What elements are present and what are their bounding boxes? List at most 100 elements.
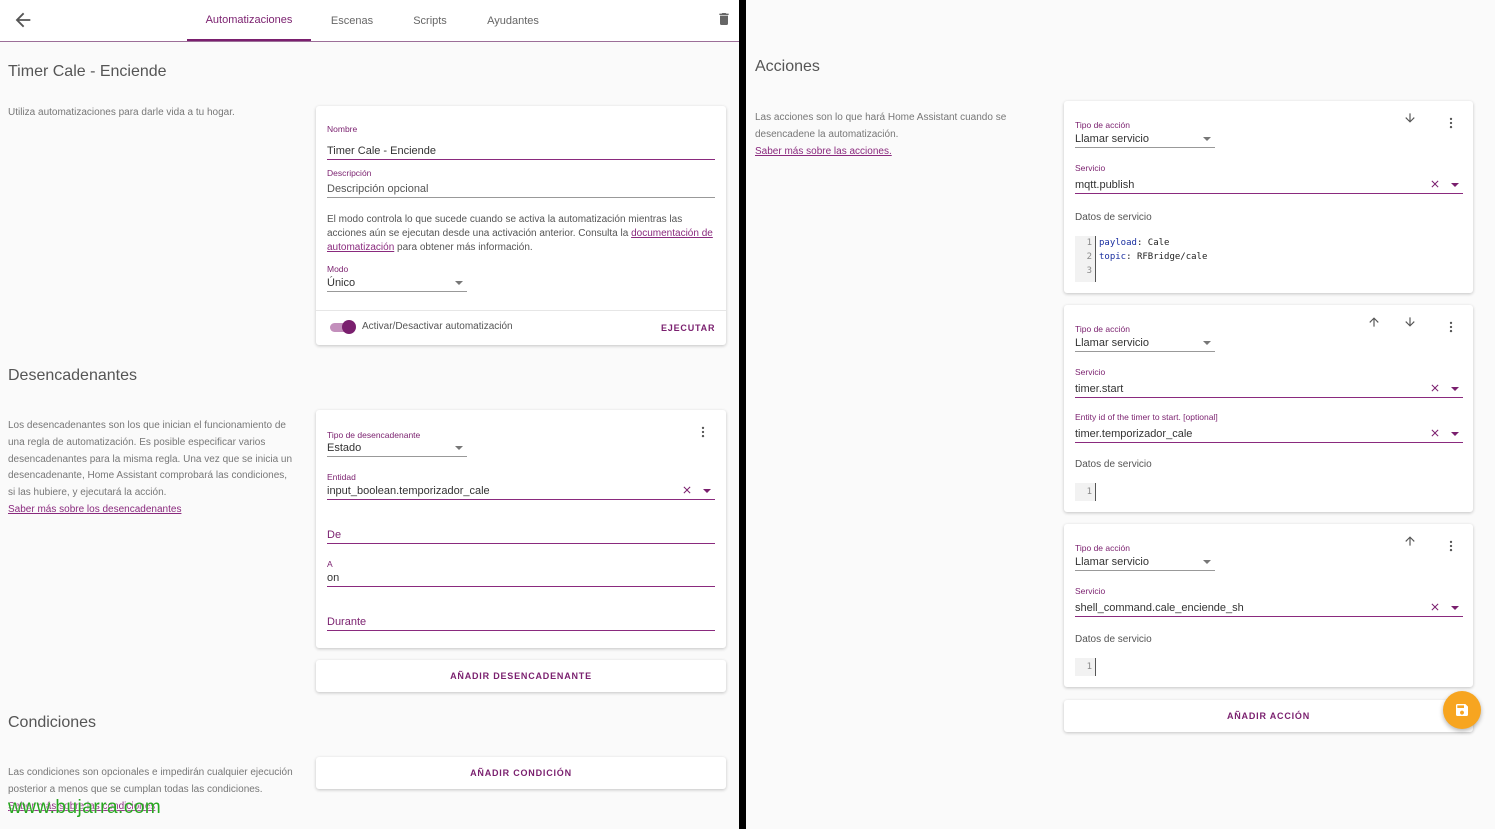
- run-button[interactable]: EJECUTAR: [661, 323, 715, 333]
- action-type-label: Tipo de acción: [1075, 324, 1130, 334]
- dropdown-icon[interactable]: [703, 489, 711, 493]
- dropdown-icon[interactable]: [1451, 606, 1459, 610]
- arrow-down-icon[interactable]: [1403, 111, 1417, 125]
- service-value: timer.start: [1075, 383, 1124, 395]
- mode-doc-link-1[interactable]: documentación de: [631, 228, 713, 239]
- conditions-title: Condiciones: [8, 714, 97, 731]
- clear-icon[interactable]: [1429, 601, 1441, 613]
- action-card-1: Tipo de acción Llamar servicio Servicio …: [1064, 101, 1473, 293]
- mode-value: Único: [327, 277, 356, 289]
- action-type-select[interactable]: Tipo de acción Llamar servicio: [1075, 120, 1215, 148]
- arrow-up-icon[interactable]: [1367, 315, 1381, 329]
- editor-cursor: [1095, 483, 1096, 501]
- clear-icon[interactable]: [1429, 427, 1441, 439]
- automation-details-card: Nombre Timer Cale - Enciende Descripción…: [316, 106, 726, 345]
- service-data-editor[interactable]: 1: [1075, 658, 1463, 676]
- line-number: 1: [1086, 487, 1092, 497]
- tab-automatizaciones[interactable]: Automatizaciones: [187, 0, 311, 41]
- watermark: www.bujarra.com: [8, 797, 162, 818]
- right-pane: Acciones Las acciones son lo que hará Ho…: [746, 0, 1495, 829]
- description-field[interactable]: Descripción Descripción opcional: [327, 168, 715, 198]
- code-key: topic: [1099, 252, 1127, 262]
- line-gutter: 1: [1075, 658, 1095, 676]
- action-type-value: Llamar servicio: [1075, 133, 1149, 145]
- arrow-down-icon[interactable]: [1403, 315, 1417, 329]
- to-value: on: [327, 572, 340, 584]
- service-data-editor[interactable]: 1 2 3 payload: Cale topic: RFBridge/cale: [1075, 236, 1463, 282]
- code-line: payload: Cale: [1099, 236, 1169, 250]
- back-arrow-icon[interactable]: [12, 9, 34, 31]
- action-type-select[interactable]: Tipo de acción Llamar servicio: [1075, 543, 1215, 571]
- to-field[interactable]: A on: [327, 559, 715, 587]
- trash-icon[interactable]: [716, 10, 732, 28]
- kebab-menu-icon[interactable]: [1444, 538, 1458, 554]
- code-value: Cale: [1147, 238, 1170, 248]
- action-card-3: Tipo de acción Llamar servicio Servicio …: [1064, 524, 1473, 687]
- service-field[interactable]: Servicio shell_command.cale_enciende_sh: [1075, 586, 1463, 617]
- service-field[interactable]: Servicio mqtt.publish: [1075, 163, 1463, 194]
- from-field[interactable]: De: [327, 520, 715, 544]
- mode-label: Modo: [327, 264, 349, 274]
- code-key: payload: [1099, 238, 1137, 248]
- tab-escenas[interactable]: Escenas: [318, 0, 386, 41]
- mode-doc-link-2[interactable]: automatización: [327, 242, 394, 253]
- toggle-label: Activar/Desactivar automatización: [362, 321, 513, 332]
- save-icon: [1456, 704, 1468, 716]
- triggers-learn-more-link[interactable]: Saber más sobre los desencadenantes: [8, 502, 308, 519]
- tab-scripts[interactable]: Scripts: [400, 0, 460, 41]
- service-data-label: Datos de servicio: [1075, 459, 1152, 470]
- kebab-menu-icon[interactable]: [696, 424, 710, 440]
- trigger-type-value: Estado: [327, 442, 362, 454]
- for-field[interactable]: Durante: [327, 607, 715, 631]
- service-value: mqtt.publish: [1075, 179, 1135, 191]
- tab-ayudantes[interactable]: Ayudantes: [476, 0, 550, 41]
- action-type-select[interactable]: Tipo de acción Llamar servicio: [1075, 324, 1215, 352]
- service-data-editor[interactable]: 1: [1075, 483, 1463, 501]
- card-divider: [316, 310, 726, 311]
- mode-select[interactable]: Modo Único: [327, 264, 467, 292]
- actions-description: Las acciones son lo que hará Home Assist…: [755, 110, 1045, 160]
- name-field[interactable]: Nombre Timer Cale - Enciende: [327, 124, 715, 160]
- triggers-description-line: desencadenante, Home Assistant comprobar…: [8, 470, 288, 482]
- dropdown-icon[interactable]: [1451, 387, 1459, 391]
- service-field[interactable]: Servicio timer.start: [1075, 367, 1463, 398]
- clear-icon[interactable]: [1429, 178, 1441, 190]
- code-separator: :: [1126, 252, 1137, 262]
- trigger-type-select[interactable]: Tipo de desencadenante Estado: [327, 430, 467, 457]
- service-data-label: Datos de servicio: [1075, 212, 1152, 223]
- add-condition-button[interactable]: AÑADIR CONDICIÓN: [316, 757, 726, 789]
- dropdown-icon: [455, 446, 463, 450]
- arrow-up-icon[interactable]: [1403, 534, 1417, 548]
- line-number: 1: [1086, 662, 1092, 672]
- triggers-description-line: si las hubiere, y ejecutará la acción.: [8, 487, 167, 499]
- dropdown-icon[interactable]: [1451, 183, 1459, 187]
- add-action-label: AÑADIR ACCIÓN: [1226, 711, 1311, 721]
- clear-icon[interactable]: [681, 484, 693, 496]
- trigger-card: Tipo de desencadenante Estado Entidad in…: [316, 410, 726, 648]
- action-type-label: Tipo de acción: [1075, 120, 1130, 130]
- clear-icon[interactable]: [1429, 382, 1441, 394]
- service-label: Servicio: [1075, 163, 1106, 173]
- from-label: De: [327, 529, 342, 541]
- add-trigger-button[interactable]: AÑADIR DESENCADENANTE: [316, 660, 726, 692]
- triggers-description: Los desencadenantes son los que inician …: [8, 418, 308, 519]
- dropdown-icon: [1203, 560, 1211, 564]
- entity-field[interactable]: Entidad input_boolean.temporizador_cale: [327, 472, 715, 500]
- action-card-2: Tipo de acción Llamar servicio Servicio …: [1064, 305, 1473, 512]
- kebab-menu-icon[interactable]: [1444, 319, 1458, 335]
- service-value: shell_command.cale_enciende_sh: [1075, 602, 1244, 614]
- kebab-menu-icon[interactable]: [1444, 115, 1458, 131]
- line-number: 3: [1086, 266, 1092, 276]
- mode-description-line-2: acciones aún se ejecutan desde una activ…: [327, 228, 629, 239]
- actions-learn-more-link[interactable]: Saber más sobre las acciones.: [755, 144, 1045, 161]
- line-gutter: 1 2 3: [1075, 236, 1095, 282]
- save-button[interactable]: [1443, 691, 1481, 729]
- add-action-button[interactable]: AÑADIR ACCIÓN: [1064, 700, 1473, 732]
- mode-description-line-3: para obtener más información.: [397, 242, 533, 253]
- entity-value: input_boolean.temporizador_cale: [327, 485, 490, 497]
- trigger-type-label: Tipo de desencadenante: [327, 430, 421, 440]
- dropdown-icon[interactable]: [1451, 432, 1459, 436]
- service-label: Servicio: [1075, 586, 1106, 596]
- enable-toggle[interactable]: [330, 320, 356, 334]
- timer-entity-field[interactable]: Entity id of the timer to start. [option…: [1075, 412, 1463, 443]
